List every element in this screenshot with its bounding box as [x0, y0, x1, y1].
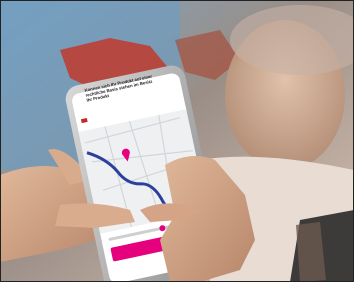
photo-scene [0, 0, 354, 282]
photo [0, 0, 354, 282]
